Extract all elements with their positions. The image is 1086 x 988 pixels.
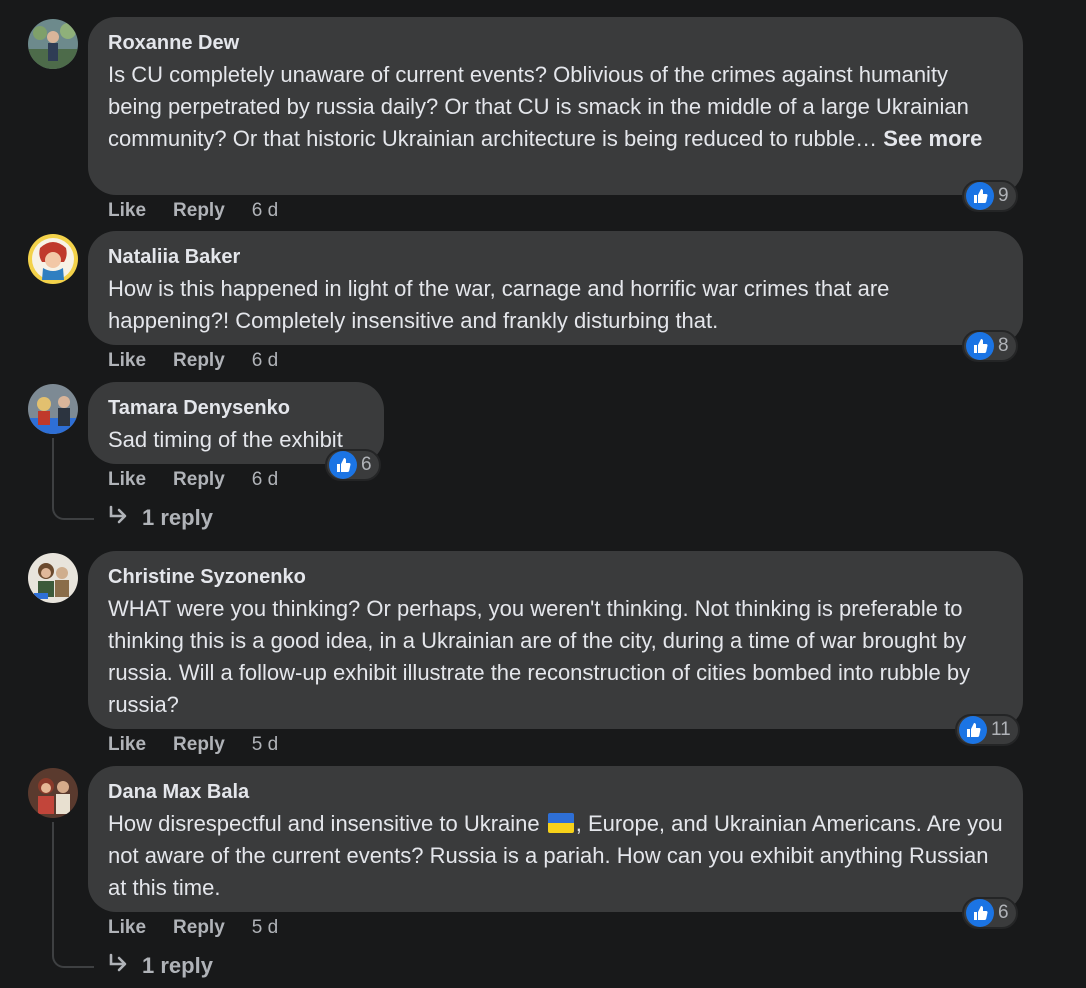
- view-replies-link[interactable]: 1 reply: [108, 953, 213, 979]
- comment-text: Sad timing of the exhibit: [108, 427, 343, 452]
- avatar[interactable]: [28, 768, 78, 818]
- comment-timestamp[interactable]: 6 d: [252, 200, 278, 222]
- view-replies-link[interactable]: 1 reply: [108, 505, 213, 531]
- like-button[interactable]: Like: [108, 350, 146, 372]
- comment-text: Is CU completely unaware of current even…: [108, 62, 983, 151]
- comment-actions: Like Reply 6 d: [108, 469, 278, 491]
- comment-bubble: Nataliia Baker How is this happened in l…: [88, 231, 1023, 345]
- reaction-count[interactable]: 9: [962, 180, 1018, 212]
- thread-connector: [52, 822, 94, 968]
- thumbs-up-icon: [966, 899, 994, 927]
- thumbs-up-icon: [329, 451, 357, 479]
- comment-bubble: Roxanne Dew Is CU completely unaware of …: [88, 17, 1023, 195]
- like-button[interactable]: Like: [108, 200, 146, 222]
- comment-bubble: Christine Syzonenko WHAT were you thinki…: [88, 551, 1023, 729]
- avatar[interactable]: [28, 234, 78, 284]
- comment-timestamp[interactable]: 5 d: [252, 917, 278, 939]
- comment-actions: Like Reply 6 d: [108, 200, 278, 222]
- reply-button[interactable]: Reply: [173, 917, 225, 939]
- comment-text: How disrespectful and insensitive to Ukr…: [108, 811, 1009, 900]
- comment-author[interactable]: Tamara Denysenko: [108, 396, 364, 420]
- comment-author[interactable]: Christine Syzonenko: [108, 565, 1003, 589]
- thread-connector: [52, 438, 94, 520]
- comment-author[interactable]: Dana Max Bala: [108, 780, 1003, 804]
- reply-arrow-icon: [108, 953, 130, 979]
- comment-author[interactable]: Nataliia Baker: [108, 245, 1003, 269]
- ukraine-flag-icon: [547, 813, 574, 833]
- see-more-link[interactable]: See more: [883, 126, 982, 151]
- reply-button[interactable]: Reply: [173, 734, 225, 756]
- comment-actions: Like Reply 6 d: [108, 350, 278, 372]
- like-button[interactable]: Like: [108, 734, 146, 756]
- comment-author[interactable]: Roxanne Dew: [108, 31, 1003, 55]
- reply-button[interactable]: Reply: [173, 200, 225, 222]
- comment-bubble: Dana Max Bala How disrespectful and inse…: [88, 766, 1023, 912]
- avatar[interactable]: [28, 553, 78, 603]
- thumbs-up-icon: [966, 332, 994, 360]
- reaction-count[interactable]: 11: [955, 714, 1020, 746]
- reaction-count[interactable]: 6: [962, 897, 1018, 929]
- comment-text: WHAT were you thinking? Or perhaps, you …: [108, 596, 977, 717]
- thumbs-up-icon: [959, 716, 987, 744]
- comment-timestamp[interactable]: 6 d: [252, 469, 278, 491]
- comment-timestamp[interactable]: 5 d: [252, 734, 278, 756]
- avatar[interactable]: [28, 384, 78, 434]
- comment-text: How is this happened in light of the war…: [108, 276, 896, 333]
- reaction-count[interactable]: 8: [962, 330, 1018, 362]
- comment-actions: Like Reply 5 d: [108, 917, 278, 939]
- like-button[interactable]: Like: [108, 917, 146, 939]
- like-button[interactable]: Like: [108, 469, 146, 491]
- avatar[interactable]: [28, 19, 78, 69]
- comment-actions: Like Reply 5 d: [108, 734, 278, 756]
- reply-arrow-icon: [108, 505, 130, 531]
- comment-timestamp[interactable]: 6 d: [252, 350, 278, 372]
- reaction-count[interactable]: 6: [325, 449, 381, 481]
- reply-button[interactable]: Reply: [173, 469, 225, 491]
- thumbs-up-icon: [966, 182, 994, 210]
- reply-button[interactable]: Reply: [173, 350, 225, 372]
